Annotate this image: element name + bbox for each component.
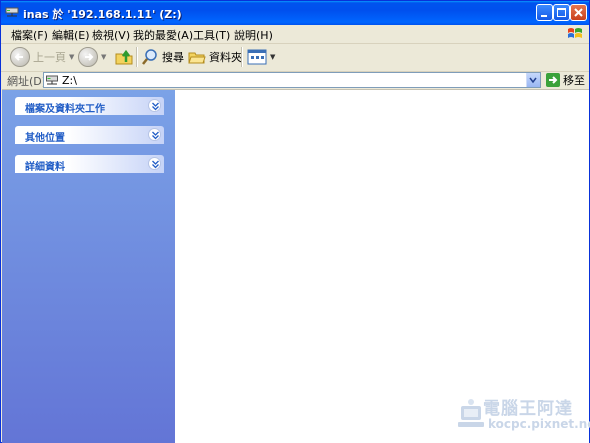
window-title: inas 於 '192.168.1.11' (Z:) <box>23 8 182 21</box>
menu-edit[interactable]: 編輯(E) <box>52 27 90 43</box>
expand-chevron-icon[interactable] <box>148 128 161 141</box>
back-button-label: 上一頁 <box>33 51 66 64</box>
expand-chevron-icon[interactable] <box>148 157 161 170</box>
up-folder-icon <box>115 49 133 65</box>
views-dropdown-icon[interactable]: ▼ <box>270 53 275 61</box>
back-arrow-icon <box>10 47 30 67</box>
explorer-window: inas 於 '192.168.1.11' (Z:) 檔案(F) 編輯(E) 檢… <box>0 0 590 443</box>
chevron-down-icon <box>529 77 537 84</box>
task-group-details[interactable]: 詳細資料 <box>15 155 164 173</box>
toolbar-separator <box>136 47 138 67</box>
address-label: 網址(D) <box>7 75 47 88</box>
search-button-label: 搜尋 <box>162 51 184 64</box>
network-drive-icon <box>46 75 58 85</box>
title-bar[interactable]: inas 於 '192.168.1.11' (Z:) <box>1 1 589 25</box>
expand-chevron-icon[interactable] <box>148 99 161 112</box>
watermark-title: 電腦王阿達 <box>483 399 573 419</box>
watermark: 電腦王阿達 kocpc.pixnet.net <box>456 393 590 439</box>
task-pane: 檔案及資料夾工作 其他位置 詳細資料 <box>2 90 175 443</box>
forward-button[interactable]: ▼ <box>78 46 106 68</box>
file-list-area[interactable] <box>175 90 589 443</box>
search-button[interactable]: 搜尋 <box>141 46 184 68</box>
back-button[interactable]: 上一頁 ▼ <box>10 46 74 68</box>
standard-toolbar: 上一頁 ▼ ▼ 搜尋 資料夾 ▼ <box>1 44 589 72</box>
content-area: 檔案及資料夾工作 其他位置 詳細資料 <box>2 89 589 443</box>
address-dropdown-button[interactable] <box>526 73 540 87</box>
address-bar: 網址(D) Z:\ 移至 <box>1 72 589 88</box>
menu-file[interactable]: 檔案(F) <box>11 27 48 43</box>
menu-tools[interactable]: 工具(T) <box>193 27 230 43</box>
search-icon <box>142 49 157 65</box>
task-group-title: 檔案及資料夾工作 <box>25 104 105 115</box>
go-button-label: 移至 <box>563 74 585 87</box>
toolbar-separator <box>241 47 243 67</box>
close-button[interactable] <box>570 4 587 21</box>
up-folder-button[interactable] <box>114 46 134 68</box>
task-group-other-places[interactable]: 其他位置 <box>15 126 164 144</box>
maximize-icon <box>557 8 566 17</box>
menu-view[interactable]: 檢視(V) <box>92 27 130 43</box>
menu-bar: 檔案(F) 編輯(E) 檢視(V) 我的最愛(A) 工具(T) 說明(H) <box>1 25 589 44</box>
minimize-icon <box>541 15 547 17</box>
network-drive-icon <box>5 7 19 17</box>
views-button[interactable]: ▼ <box>247 46 275 68</box>
go-arrow-icon <box>546 73 560 87</box>
close-icon <box>574 8 583 17</box>
menu-favorites[interactable]: 我的最愛(A) <box>133 27 193 43</box>
menu-help[interactable]: 說明(H) <box>234 27 273 43</box>
go-button[interactable]: 移至 <box>546 72 585 88</box>
task-group-file-folder-tasks[interactable]: 檔案及資料夾工作 <box>15 97 164 115</box>
forward-arrow-icon <box>78 47 98 67</box>
forward-dropdown-icon[interactable]: ▼ <box>101 53 106 61</box>
computer-mascot-icon <box>458 399 484 427</box>
maximize-button[interactable] <box>553 4 570 21</box>
task-group-title: 詳細資料 <box>25 162 65 173</box>
minimize-button[interactable] <box>536 4 553 21</box>
folders-button-label: 資料夾 <box>209 51 242 64</box>
folders-icon <box>188 52 206 64</box>
address-value: Z:\ <box>62 74 77 87</box>
views-icon <box>247 49 267 65</box>
address-input[interactable]: Z:\ <box>43 72 541 88</box>
windows-logo-icon <box>568 28 582 38</box>
watermark-url: kocpc.pixnet.net <box>488 417 590 431</box>
back-dropdown-icon[interactable]: ▼ <box>69 53 74 61</box>
task-group-title: 其他位置 <box>25 133 65 144</box>
folders-button[interactable]: 資料夾 <box>188 46 242 68</box>
